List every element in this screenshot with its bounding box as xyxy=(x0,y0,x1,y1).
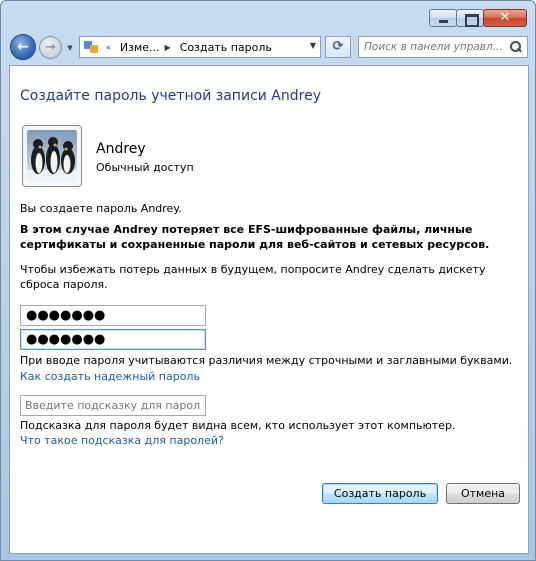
intro-text: Вы создаете пароль Andrey. xyxy=(20,202,182,215)
close-icon: ✕ xyxy=(499,10,511,25)
user-account-type: Обычный доступ xyxy=(96,161,194,174)
title-bar[interactable]: ✕ xyxy=(1,1,535,31)
refresh-icon: ⟳ xyxy=(332,39,344,54)
new-password-value: ●●●●●●● xyxy=(26,308,106,323)
forward-arrow-icon: → xyxy=(45,40,56,55)
content-panel: Создайте пароль учетной записи Andrey An… xyxy=(9,65,529,554)
cancel-button[interactable]: Отмена xyxy=(446,483,520,504)
breadcrumb-chevron-icon[interactable]: ▶ xyxy=(165,43,171,52)
recent-pages-dropdown[interactable]: ▼ xyxy=(65,43,75,53)
avatar xyxy=(22,125,82,187)
search-input[interactable] xyxy=(364,39,504,55)
minimize-button[interactable] xyxy=(429,9,457,27)
warning-text: В этом случае Andrey потеряет все EFS-ши… xyxy=(20,223,490,251)
new-password-field[interactable]: ●●●●●●● xyxy=(20,305,206,326)
caption-buttons: ✕ xyxy=(429,9,527,27)
control-panel-icon xyxy=(83,39,101,55)
breadcrumb-current[interactable]: Создать пароль xyxy=(180,41,272,54)
strong-password-link[interactable]: Как создать надежный пароль xyxy=(20,370,200,383)
back-arrow-icon: ← xyxy=(17,39,29,55)
breadcrumb-parent[interactable]: Изме... xyxy=(120,41,160,54)
advice-text: Чтобы избежать потерь данных в будущем, … xyxy=(20,263,486,291)
search-box[interactable] xyxy=(358,36,528,58)
case-sensitivity-note: При вводе пароля учитываются различия ме… xyxy=(20,354,513,367)
breadcrumb-overflow-icon[interactable]: « xyxy=(106,43,111,52)
hint-visibility-note: Подсказка для пароля будет видна всем, к… xyxy=(20,419,456,432)
maximize-button[interactable] xyxy=(456,9,484,27)
create-password-button[interactable]: Создать пароль xyxy=(322,483,438,504)
user-name: Andrey xyxy=(96,141,146,157)
password-hint-field[interactable] xyxy=(20,395,206,416)
control-panel-window: ✕ ← → ▼ « Изме... ▶ Создать пароль ▼ ⟳ С… xyxy=(0,0,536,561)
page-title: Создайте пароль учетной записи Andrey xyxy=(20,88,321,104)
password-hint-help-link[interactable]: Что такое подсказка для паролей? xyxy=(20,434,224,447)
close-button[interactable]: ✕ xyxy=(483,9,527,27)
back-button[interactable]: ← xyxy=(10,34,36,60)
navigation-bar: ← → ▼ « Изме... ▶ Создать пароль ▼ ⟳ xyxy=(1,31,535,65)
search-icon[interactable] xyxy=(510,41,521,52)
forward-button[interactable]: → xyxy=(39,36,62,59)
password-hint-input[interactable] xyxy=(25,398,201,413)
confirm-password-field[interactable]: ●●●●●●● xyxy=(20,329,206,350)
penguins-picture xyxy=(27,130,77,182)
address-bar[interactable]: « Изме... ▶ Создать пароль ▼ xyxy=(79,36,321,58)
refresh-button[interactable]: ⟳ xyxy=(325,36,351,58)
confirm-password-value: ●●●●●●● xyxy=(26,332,106,347)
address-dropdown-icon[interactable]: ▼ xyxy=(310,41,316,50)
